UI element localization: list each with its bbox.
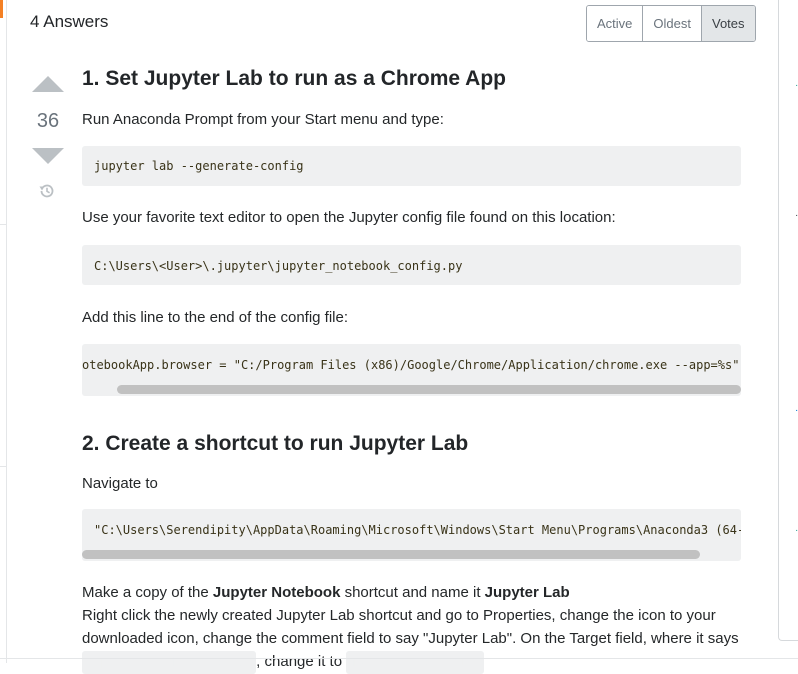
paragraph: Add this line to the end of the config f… — [82, 309, 349, 326]
section-heading-1: 1. Set Jupyter Lab to run as a Chrome Ap… — [82, 67, 506, 90]
sort-tab-votes[interactable]: Votes — [701, 6, 755, 41]
vote-count: 36 — [36, 110, 60, 132]
paragraph: Make a copy of the Jupyter Notebook shor… — [82, 581, 570, 604]
paragraph: Use your favorite text editor to open th… — [82, 209, 616, 226]
paragraph: Right click the newly created Jupyter La… — [82, 607, 716, 624]
code-text: C:\Users\<User>\.jupyter\jupyter_noteboo… — [94, 259, 463, 273]
left-divider-tick — [0, 466, 6, 467]
code-text: jupyter lab --generate-config — [94, 159, 304, 173]
left-divider-tick — [0, 224, 6, 225]
section-heading-2: 2. Create a shortcut to run Jupyter Lab — [82, 432, 469, 455]
code-block: jupyter lab --generate-config — [82, 146, 741, 186]
sort-tabs: Active Oldest Votes — [586, 5, 756, 42]
history-icon[interactable] — [37, 181, 57, 201]
arrow-down-icon[interactable] — [32, 148, 64, 164]
text: Make a copy of the — [82, 584, 213, 601]
bold-text: Jupyter Lab — [484, 584, 570, 601]
text: , change it to — [256, 653, 347, 670]
arrow-up-icon[interactable] — [32, 76, 64, 92]
bottom-divider — [0, 658, 798, 659]
code-block-scrollable: "C:\Users\Serendipity\AppData\Roaming\Mi… — [82, 509, 741, 561]
paragraph: jupyter-notebook-script, change it to ju… — [82, 650, 485, 674]
text: shortcut and name it — [340, 584, 485, 601]
horizontal-scrollbar[interactable] — [82, 550, 700, 559]
code-block: C:\Users\<User>\.jupyter\jupyter_noteboo… — [82, 245, 741, 285]
paragraph: downloaded icon, change the comment fiel… — [82, 630, 739, 647]
paragraph: Run Anaconda Prompt from your Start menu… — [82, 111, 444, 128]
code-block-scrollable: otebookApp.browser = "C:/Program Files (… — [82, 344, 741, 396]
bold-text: Jupyter Notebook — [212, 584, 341, 601]
horizontal-scrollbar[interactable] — [117, 385, 741, 394]
code-text: otebookApp.browser = "C:/Program Files (… — [82, 358, 740, 372]
sort-tab-oldest[interactable]: Oldest — [643, 6, 702, 41]
left-divider — [6, 0, 7, 663]
paragraph: Navigate to — [82, 475, 158, 492]
code-text: "C:\Users\Serendipity\AppData\Roaming\Mi… — [94, 523, 741, 537]
answers-count-title: 4 Answers — [30, 12, 109, 31]
right-sidebar-panel: · · · · — [778, 0, 798, 641]
left-accent-bar — [0, 0, 3, 18]
sort-tab-active[interactable]: Active — [587, 6, 644, 41]
